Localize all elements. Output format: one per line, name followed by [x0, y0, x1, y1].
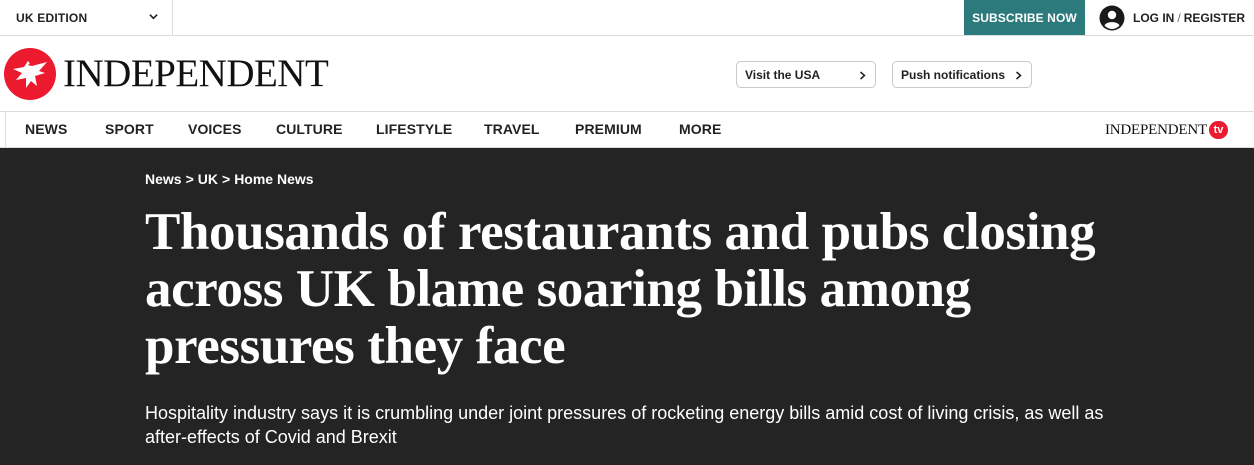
login-label: LOG IN [1133, 11, 1175, 25]
login-separator: / [1177, 11, 1181, 25]
visit-usa-button[interactable]: Visit the USA [736, 61, 876, 88]
visit-usa-label: Visit the USA [745, 67, 821, 82]
main-nav: NEWS SPORT VOICES CULTURE LIFESTYLE TRAV… [0, 112, 1254, 148]
edition-label: UK EDITION [16, 10, 88, 25]
nav-item-travel[interactable]: TRAVEL [484, 112, 540, 147]
nav-divider [5, 112, 6, 148]
chevron-right-icon [860, 71, 866, 80]
article-hero: News > UK > Home News Thousands of resta… [0, 148, 1254, 465]
nav-item-voices[interactable]: VOICES [188, 112, 242, 147]
push-notifications-button[interactable]: Push notifications [892, 61, 1032, 88]
chevron-right-icon [1016, 71, 1022, 80]
article-standfirst: Hospitality industry says it is crumblin… [145, 403, 1104, 447]
edition-selector[interactable]: UK EDITION [0, 0, 173, 35]
top-utility-bar: UK EDITION SUBSCRIBE NOW LOG IN / REGIST… [0, 0, 1254, 36]
masthead: INDEPENDENT Visit the USA Push notificat… [0, 36, 1254, 112]
breadcrumb-uk[interactable]: UK [198, 171, 218, 187]
subscribe-button[interactable]: SUBSCRIBE NOW [964, 0, 1085, 35]
breadcrumb-separator: > [185, 171, 194, 187]
independent-tv-wordmark: INDEPENDENT [1105, 121, 1207, 138]
eagle-logo-icon[interactable] [4, 48, 56, 100]
login-register-link[interactable]: LOG IN / REGISTER [1099, 5, 1245, 31]
independent-tv-link[interactable]: INDEPENDENT tv [1105, 120, 1228, 140]
nav-item-more[interactable]: MORE [679, 112, 721, 147]
nav-item-sport[interactable]: SPORT [105, 112, 154, 147]
brand-wordmark[interactable]: INDEPENDENT [63, 54, 329, 94]
user-icon [1099, 5, 1125, 31]
register-label: REGISTER [1183, 11, 1246, 25]
subscribe-label: SUBSCRIBE NOW [972, 10, 1077, 25]
nav-item-lifestyle[interactable]: LIFESTYLE [376, 112, 452, 147]
nav-item-news[interactable]: NEWS [25, 112, 67, 147]
push-notifications-label: Push notifications [901, 67, 1006, 82]
breadcrumb-separator: > [222, 171, 231, 187]
article-headline: Thousands of restaurants and pubs closin… [145, 203, 1096, 375]
nav-item-premium[interactable]: PREMIUM [575, 112, 642, 147]
chevron-down-icon [149, 14, 158, 20]
breadcrumb-home-news[interactable]: Home News [234, 171, 313, 187]
breadcrumb: News > UK > Home News [145, 171, 314, 187]
tv-badge: tv [1208, 121, 1228, 139]
breadcrumb-news[interactable]: News [145, 171, 182, 187]
nav-item-culture[interactable]: CULTURE [276, 112, 343, 147]
